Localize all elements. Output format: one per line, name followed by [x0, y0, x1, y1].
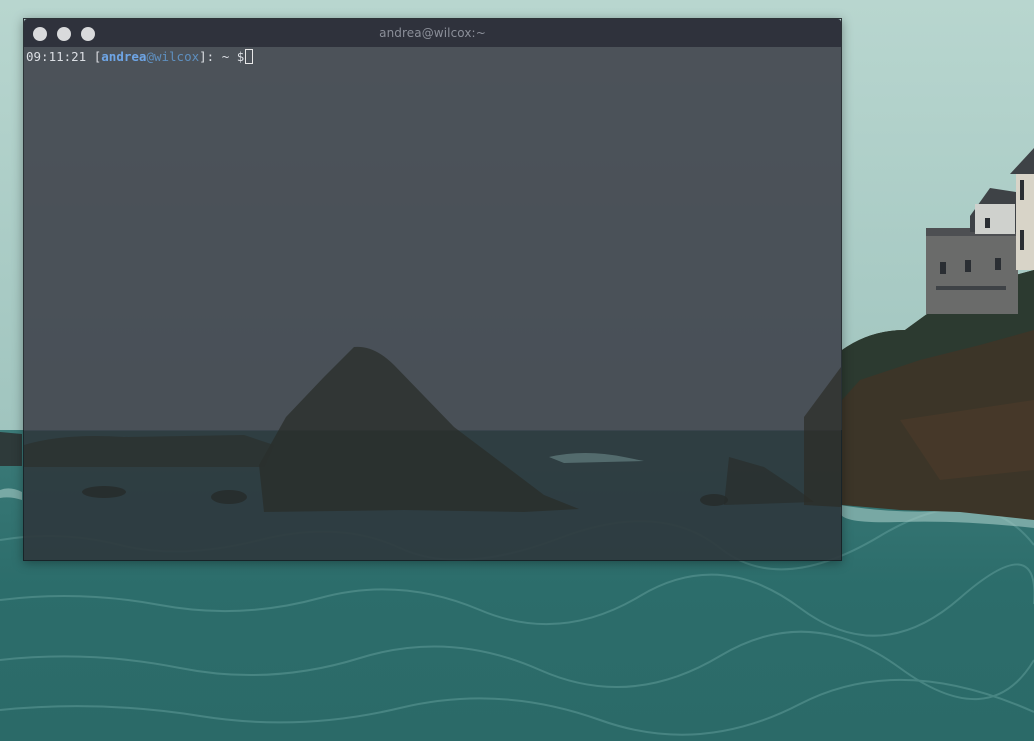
terminal-body[interactable]: 09:11:21 [andrea@wilcox]: ~ $	[24, 47, 841, 560]
text-cursor	[245, 49, 254, 64]
prompt-at: @	[146, 49, 154, 64]
terminal-window[interactable]: andrea@wilcox:~ 09:11:21 [andrea@wilcox]…	[23, 18, 842, 561]
shell-prompt[interactable]: 09:11:21 [andrea@wilcox]: ~ $	[26, 49, 254, 65]
window-title: andrea@wilcox:~	[379, 26, 486, 40]
prompt-host: wilcox	[153, 49, 200, 64]
prompt-open-bracket: [	[86, 49, 102, 64]
prompt-path: ]: ~ $	[199, 49, 245, 64]
prompt-user: andrea	[101, 49, 147, 64]
prompt-time: 09:11:21	[26, 49, 87, 64]
terminal-background-scene	[24, 346, 841, 560]
window-titlebar[interactable]: andrea@wilcox:~	[24, 19, 841, 47]
